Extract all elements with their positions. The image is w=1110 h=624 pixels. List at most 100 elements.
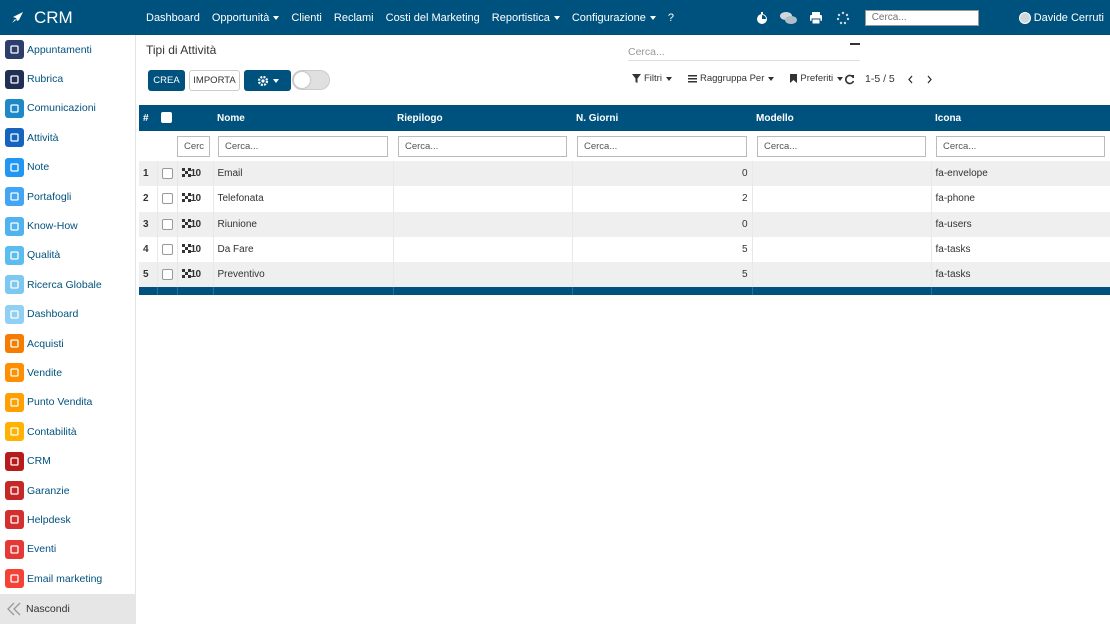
- menu-item-label: Reportistica: [491, 11, 550, 24]
- handle-search-input[interactable]: Cerc: [177, 135, 210, 157]
- drag-handle-icon[interactable]: 10: [181, 244, 201, 255]
- sidebar-item-9[interactable]: Dashboard: [0, 300, 135, 329]
- collapse-search-icon[interactable]: [850, 43, 860, 45]
- table-footer: [139, 287, 1110, 296]
- actions-gear-button[interactable]: [244, 70, 291, 91]
- column-days[interactable]: N. Giorni: [572, 105, 752, 131]
- menu-item-4[interactable]: Costi del Marketing: [386, 12, 480, 24]
- sidebar-item-3[interactable]: Attività: [0, 123, 135, 152]
- sidebar-item-10[interactable]: Acquisti: [0, 329, 135, 358]
- chat-icon[interactable]: [780, 9, 798, 27]
- row-handle-cell: 10: [177, 262, 214, 288]
- view-toggle[interactable]: [292, 70, 330, 90]
- row-index: 3: [139, 211, 158, 237]
- pager-value[interactable]: 1-5 / 5: [865, 73, 895, 85]
- sidebar-item-2[interactable]: Comunicazioni: [0, 94, 135, 123]
- table-row[interactable]: 5 10 Preventivo 5 fa-tasks: [139, 262, 1110, 288]
- sidebar-item-0[interactable]: Appuntamenti: [0, 35, 135, 64]
- sidebar-item-7[interactable]: Qualità: [0, 241, 135, 270]
- menu-item-5[interactable]: Reportistica: [492, 12, 560, 24]
- menu-item-2[interactable]: Clienti: [291, 12, 322, 24]
- row-checkbox[interactable]: [161, 193, 173, 205]
- days-search-input[interactable]: Cerca...: [577, 135, 747, 157]
- sidebar-item-11[interactable]: Vendite: [0, 358, 135, 387]
- row-checkbox[interactable]: [161, 269, 173, 281]
- groupby-dropdown[interactable]: Raggruppa Per: [687, 73, 775, 84]
- app-title: CRM: [34, 7, 73, 27]
- sidebar-item-4[interactable]: Note: [0, 153, 135, 182]
- cell-icon: fa-phone: [931, 186, 1110, 212]
- cell-icon: fa-tasks: [931, 236, 1110, 263]
- sidebar-item-12[interactable]: Punto Vendita: [0, 388, 135, 417]
- column-model[interactable]: Modello: [752, 105, 931, 131]
- row-checkbox[interactable]: [161, 243, 173, 255]
- drag-handle-icon[interactable]: 10: [181, 193, 201, 204]
- shield-icon: [5, 481, 24, 501]
- sidebar-item-5[interactable]: Portafogli: [0, 182, 135, 211]
- brand[interactable]: CRM: [0, 0, 146, 35]
- menu-item-3[interactable]: Reclami: [334, 12, 374, 24]
- sidebar-item-18[interactable]: Email marketing: [0, 564, 135, 593]
- sidebar-item-16[interactable]: Helpdesk: [0, 505, 135, 534]
- accounting-icon: [5, 422, 24, 442]
- sidebar-item-8[interactable]: Ricerca Globale: [0, 270, 135, 299]
- menu-item-0[interactable]: Dashboard: [146, 12, 200, 24]
- drag-handle-icon[interactable]: 10: [181, 168, 201, 179]
- favorites-label: Preferiti: [800, 73, 834, 84]
- row-select-cell: [157, 262, 178, 288]
- drag-handle-icon[interactable]: 10: [181, 269, 202, 281]
- navbar-right: Davide Cerruti: [753, 0, 1110, 35]
- sidebar-item-17[interactable]: Eventi: [0, 535, 135, 564]
- table-row[interactable]: 3 10 Riunione 0 fa-users: [139, 211, 1110, 237]
- menu-item-label: Reclami: [333, 11, 374, 24]
- sidebar-item-13[interactable]: Contabilità: [0, 417, 135, 446]
- menu-item-6[interactable]: Configurazione: [572, 12, 656, 24]
- model-search-input[interactable]: Cerca...: [757, 135, 926, 157]
- select-all-checkbox[interactable]: [161, 112, 172, 124]
- table-row[interactable]: 1 10 Email 0 fa-envelope: [139, 161, 1110, 187]
- sidebar-item-label: Comunicazioni: [27, 102, 96, 115]
- row-checkbox[interactable]: [161, 168, 173, 180]
- favorites-dropdown[interactable]: Preferiti: [790, 73, 844, 84]
- name-search-cell: Cerca...: [213, 131, 393, 161]
- menu-item-7[interactable]: ?: [668, 12, 674, 24]
- sidebar-item-15[interactable]: Garanzie: [0, 476, 135, 505]
- create-button[interactable]: CREA: [148, 70, 185, 91]
- table-row[interactable]: 2 10 Telefonata 2 fa-phone: [139, 186, 1110, 212]
- sidebar-item-label: Ricerca Globale: [27, 278, 102, 291]
- drag-handle-icon[interactable]: 10: [181, 218, 201, 230]
- row-checkbox[interactable]: [161, 218, 173, 230]
- cell-model: [752, 211, 932, 237]
- cell-name: Preventivo: [213, 262, 394, 288]
- row-select-cell: [157, 236, 178, 263]
- name-search-input[interactable]: Cerca...: [218, 135, 388, 157]
- timer-icon[interactable]: [753, 9, 771, 27]
- global-search-input[interactable]: [864, 9, 979, 26]
- import-button[interactable]: IMPORTA: [189, 70, 240, 91]
- column-name[interactable]: Nome: [213, 105, 393, 131]
- sidebar-item-6[interactable]: Know-How: [0, 211, 135, 240]
- calendar-icon: [5, 40, 24, 60]
- icon-search-input[interactable]: Cerca...: [936, 135, 1105, 157]
- handle-label: 10: [190, 269, 202, 281]
- sidebar-item-1[interactable]: Rubrica: [0, 64, 135, 93]
- column-icon[interactable]: Icona: [931, 105, 1110, 131]
- sidebar-item-14[interactable]: CRM: [0, 446, 135, 475]
- footer-cell: [572, 287, 753, 296]
- filters-dropdown[interactable]: Filtri: [632, 73, 672, 84]
- refresh-icon[interactable]: [844, 74, 855, 85]
- cell-model: [752, 161, 932, 187]
- pager-previous-button[interactable]: [907, 75, 914, 84]
- print-icon[interactable]: [807, 9, 825, 27]
- table-row[interactable]: 4 10 Da Fare 5 fa-tasks: [139, 236, 1110, 263]
- view-search-input[interactable]: Cerca...: [628, 43, 860, 61]
- user-menu[interactable]: Davide Cerruti: [1018, 11, 1104, 24]
- sidebar-hide-button[interactable]: Nascondi: [0, 594, 136, 624]
- chevron-down-icon: [649, 15, 656, 20]
- column-handle: [177, 105, 213, 131]
- summary-search-input[interactable]: Cerca...: [398, 135, 567, 157]
- pager-next-button[interactable]: [926, 75, 933, 84]
- menu-item-1[interactable]: Opportunità: [212, 12, 280, 24]
- column-summary[interactable]: Riepilogo: [393, 105, 572, 131]
- pager: 1-5 / 5: [844, 73, 933, 85]
